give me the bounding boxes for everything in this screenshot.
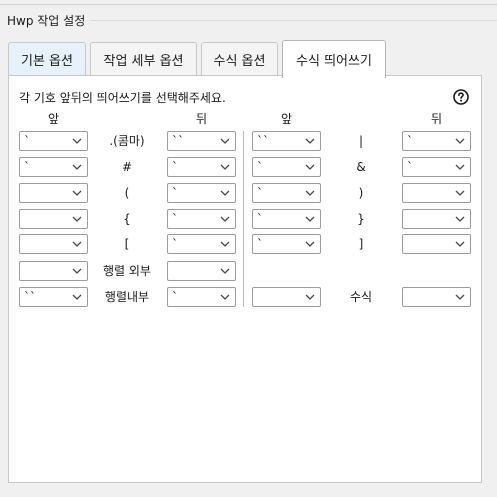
right-before-select[interactable]: ` <box>252 183 321 203</box>
group-title: Hwp 작업 설정 <box>7 12 90 29</box>
dropdown-value: ` <box>24 134 30 148</box>
right-after-select[interactable] <box>402 183 471 203</box>
left-before-select[interactable] <box>19 183 88 203</box>
top-border <box>0 0 497 5</box>
tab-formula-options[interactable]: 수식 옵션 <box>201 42 278 76</box>
symbol-label: 수식 <box>349 290 373 304</box>
left-after-header: 뒤 <box>195 112 208 126</box>
symbol-label: .(콤마) <box>109 134 145 148</box>
left-after-select[interactable]: ` <box>167 157 236 177</box>
dropdown-value: `` <box>257 134 269 148</box>
left-before-select[interactable] <box>19 234 88 254</box>
right-after-select[interactable]: ` <box>402 131 471 151</box>
left-after-select[interactable]: ` <box>167 234 236 254</box>
right-before-select[interactable]: ` <box>252 209 321 229</box>
left-before-select[interactable]: `` <box>19 287 88 307</box>
symbol-label: { <box>123 212 131 226</box>
dropdown-value: ` <box>257 212 263 226</box>
dropdown-value: ` <box>172 237 178 251</box>
dropdown-value: ` <box>172 186 178 200</box>
help-circle-icon[interactable] <box>453 89 469 105</box>
dropdown-value: ` <box>172 212 178 226</box>
tab-work-detail-options[interactable]: 작업 세부 옵션 <box>90 42 197 76</box>
group-divider <box>90 20 497 21</box>
left-before-select[interactable] <box>19 209 88 229</box>
tab-basic-options[interactable]: 기본 옵션 <box>8 42 86 76</box>
right-before-select[interactable] <box>252 287 321 307</box>
right-before-select[interactable]: `` <box>252 131 321 151</box>
left-before-select[interactable] <box>19 261 88 281</box>
tab-formula-spacing[interactable]: 수식 띄어쓰기 <box>282 40 386 78</box>
dropdown-value: ` <box>257 237 263 251</box>
left-after-select[interactable]: `` <box>167 131 236 151</box>
right-after-select[interactable] <box>402 209 471 229</box>
left-before-select[interactable]: ` <box>19 131 88 151</box>
right-before-select[interactable]: ` <box>252 234 321 254</box>
left-after-select[interactable]: ` <box>167 287 236 307</box>
right-after-header: 뒤 <box>430 112 443 126</box>
symbol-label: ) <box>358 186 364 200</box>
symbol-label: # <box>121 160 133 174</box>
dropdown-value: ` <box>257 160 263 174</box>
left-after-select[interactable] <box>167 261 236 281</box>
right-after-select[interactable]: ` <box>402 157 471 177</box>
right-before-header: 앞 <box>280 112 293 126</box>
dropdown-value: ` <box>407 134 413 148</box>
symbol-label: & <box>356 160 366 174</box>
dropdown-value: ` <box>172 290 178 304</box>
dropdown-value: ` <box>407 160 413 174</box>
symbol-label: ( <box>124 186 130 200</box>
right-before-select[interactable]: ` <box>252 157 321 177</box>
formula-spacing-panel: 각 기호 앞뒤의 띄어쓰기를 선택해주세요. 앞 뒤 앞 뒤 ` .(콤마) `` `… <box>8 75 482 483</box>
right-after-select[interactable] <box>402 287 471 307</box>
column-divider <box>243 131 244 307</box>
instruction-text: 각 기호 앞뒤의 띄어쓰기를 선택해주세요. <box>19 91 226 105</box>
left-after-select[interactable]: ` <box>167 209 236 229</box>
left-before-select[interactable]: ` <box>19 157 88 177</box>
symbol-label: 행렬내부 <box>104 290 150 304</box>
left-before-header: 앞 <box>47 112 60 126</box>
dropdown-value: `` <box>172 134 184 148</box>
dropdown-value: ` <box>172 160 178 174</box>
symbol-label: 행렬 외부 <box>103 264 151 278</box>
dropdown-value: `` <box>24 290 36 304</box>
symbol-label: | <box>358 134 364 148</box>
symbol-label: [ <box>124 237 130 251</box>
dropdown-value: ` <box>257 186 263 200</box>
symbol-label: ] <box>358 237 364 251</box>
right-after-select[interactable] <box>402 234 471 254</box>
dropdown-value: ` <box>24 160 30 174</box>
symbol-label: } <box>357 212 365 226</box>
left-after-select[interactable]: ` <box>167 183 236 203</box>
